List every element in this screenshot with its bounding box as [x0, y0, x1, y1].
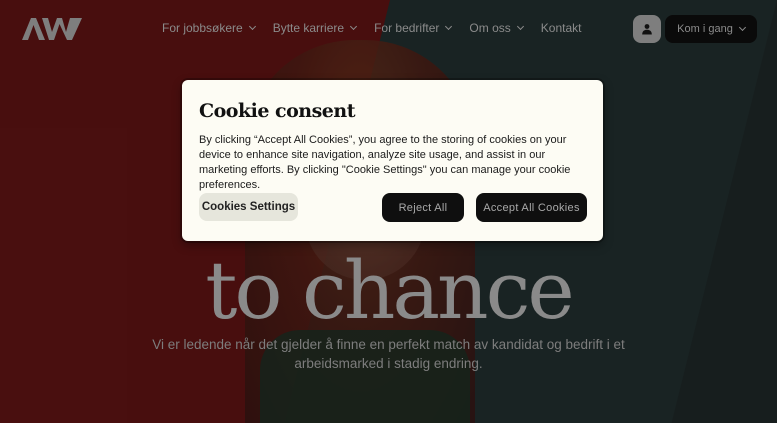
get-started-button[interactable]: Kom i gang — [665, 15, 757, 43]
cookies-settings-button[interactable]: Cookies Settings — [199, 193, 298, 221]
hero-headline: to chance — [205, 244, 574, 337]
chevron-down-icon — [445, 22, 453, 31]
nav-links: For jobbsøkere Bytte karriere For bedrif… — [162, 21, 581, 35]
get-started-label: Kom i gang — [677, 23, 733, 35]
nav-item-about[interactable]: Om oss — [469, 21, 524, 35]
chevron-down-icon — [738, 23, 746, 32]
chevron-down-icon — [248, 22, 256, 31]
nav-item-companies[interactable]: For bedrifter — [374, 21, 453, 35]
cookie-title: Cookie consent — [199, 100, 355, 122]
aw-logo[interactable]: AW — [20, 16, 84, 42]
nav-item-contact[interactable]: Kontakt — [541, 21, 582, 35]
hero-subtitle: Vi er ledende når det gjelder å finne en… — [152, 337, 625, 371]
top-navigation: AW For jobbsøkere Bytte karriere For bed… — [0, 0, 777, 58]
nav-item-career-change[interactable]: Bytte karriere — [273, 21, 358, 35]
user-icon — [642, 24, 652, 35]
user-account-button[interactable] — [633, 15, 661, 43]
nav-item-jobseekers[interactable]: For jobbsøkere — [162, 21, 256, 35]
cookie-description: By clicking “Accept All Cookies”, you ag… — [199, 134, 571, 191]
chevron-down-icon — [516, 22, 524, 31]
accept-all-cookies-button[interactable]: Accept All Cookies — [476, 193, 587, 222]
cookie-consent-dialog: Cookie consent By clicking “Accept All C… — [182, 80, 603, 241]
reject-all-button[interactable]: Reject All — [382, 193, 464, 222]
chevron-down-icon — [350, 22, 358, 31]
